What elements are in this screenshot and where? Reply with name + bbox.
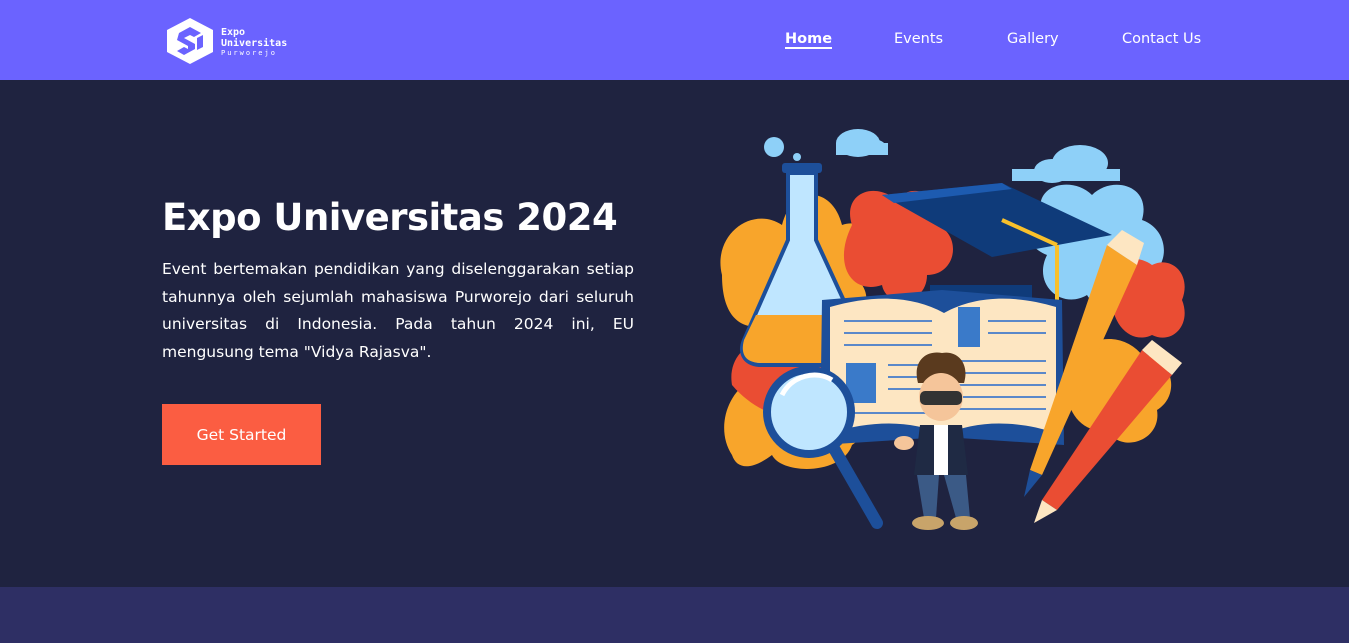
- navbar: Expo Universitas Purworejo Home Events G…: [0, 0, 1349, 80]
- nav-item-contact-us[interactable]: Contact Us: [1122, 31, 1201, 47]
- get-started-button[interactable]: Get Started: [162, 404, 321, 465]
- hero-description: Event bertemakan pendidikan yang diselen…: [162, 260, 634, 361]
- nav-item-gallery[interactable]: Gallery: [1007, 31, 1059, 47]
- nav-item-home[interactable]: Home: [785, 31, 833, 49]
- hero-section: Expo Universitas 2024 Event bertemakan p…: [0, 80, 1349, 587]
- cloud-icon: [836, 129, 888, 157]
- cloud-icon: [1012, 145, 1120, 183]
- main-nav: Home Events Gallery Contact Us: [0, 31, 1349, 53]
- nav-item-events[interactable]: Events: [894, 31, 943, 47]
- next-section: [0, 587, 1349, 643]
- education-illustration: [720, 129, 1185, 530]
- hero-title: Expo Universitas 2024: [162, 196, 618, 239]
